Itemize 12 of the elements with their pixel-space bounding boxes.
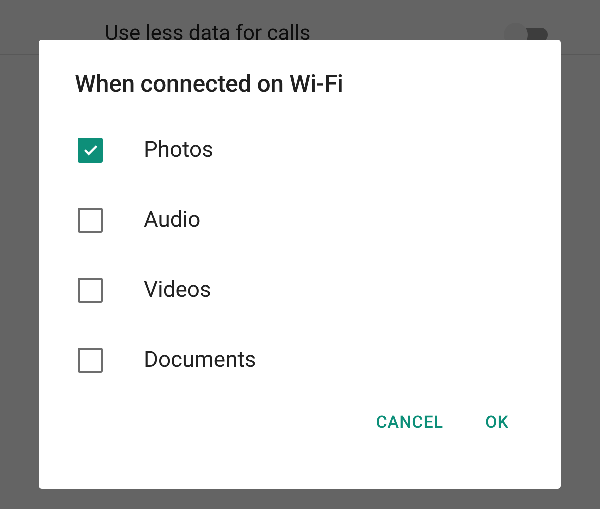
dialog-title: When connected on Wi-Fi xyxy=(75,70,344,98)
setting-label: Use less data for calls xyxy=(105,22,311,46)
checkbox[interactable] xyxy=(78,348,103,372)
checkbox[interactable] xyxy=(78,208,103,232)
option-label: Photos xyxy=(144,138,214,162)
dialog-button[interactable]: OK xyxy=(474,405,521,441)
option-label: Videos xyxy=(144,278,212,302)
option-label: Audio xyxy=(144,208,201,232)
checkbox[interactable] xyxy=(78,138,103,162)
dialog-button[interactable]: CANCEL xyxy=(364,405,456,441)
option-label: Documents xyxy=(144,348,256,372)
checkbox[interactable] xyxy=(78,278,103,302)
